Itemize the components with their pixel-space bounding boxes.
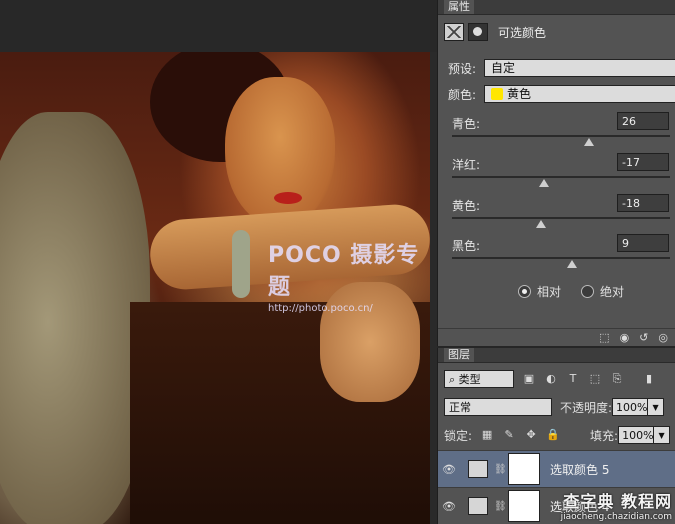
link-chain-icon[interactable]: ⛓ [494, 501, 507, 512]
properties-title: 可选颜色 [498, 25, 547, 40]
lock-label: 锁定: [444, 428, 473, 443]
layer-filter-row: ⌕ 类型 ▣ ◐ T ⬚ ⎘ ▮ [444, 370, 656, 388]
photo-bangle-region [232, 230, 250, 298]
tab-properties[interactable]: 属性 [444, 0, 474, 14]
opacity-label: 不透明度: [560, 400, 613, 415]
slider-black: 黑色: 9 [452, 234, 670, 277]
opacity-field[interactable]: 100% [612, 398, 649, 416]
slider-label: 黄色: [452, 199, 481, 213]
slider-thumb[interactable] [567, 260, 577, 268]
lock-pixels-icon[interactable]: ✎ [502, 429, 516, 441]
radio-relative-label: 相对 [537, 285, 562, 299]
radio-absolute-label: 绝对 [600, 285, 625, 299]
properties-footer: ⬚ ◉ ↺ ◎ [438, 328, 675, 346]
selective-color-adjustment-icon [468, 497, 488, 515]
clip-to-layer-icon[interactable]: ⬚ [599, 331, 609, 344]
canvas-pasteboard [0, 0, 437, 52]
photo-face-region [225, 77, 335, 227]
blend-mode-value: 正常 [449, 401, 471, 414]
slider-track[interactable] [452, 176, 670, 178]
fill-label: 填充: [590, 428, 619, 443]
adjustment-filter-icon[interactable]: ◐ [544, 373, 558, 385]
filter-kind-select[interactable]: ⌕ 类型 [444, 370, 514, 388]
layer-name[interactable]: 选取颜色 5 [550, 461, 609, 478]
layers-tabbar: 图层 [438, 348, 675, 363]
eye-icon[interactable]: 👁 [438, 500, 460, 513]
slider-magenta: 洋红: -17 [452, 153, 670, 196]
slider-value-field[interactable]: -18 [617, 194, 669, 212]
properties-header: 可选颜色 [444, 18, 546, 46]
shape-filter-icon[interactable]: ⬚ [588, 373, 602, 385]
color-value: 黄色 [507, 87, 532, 101]
selective-color-adjustment-icon [468, 460, 488, 478]
slider-thumb[interactable] [584, 138, 594, 146]
lock-row: 锁定: ▦ ✎ ✥ 🔒 填充: 100% ▼ [444, 426, 671, 444]
poco-watermark: POCO 摄影专题 http://photo.poco.cn/ [268, 237, 430, 314]
layer-mask-thumbnail[interactable] [508, 453, 540, 485]
slider-yellow: 黄色: -18 [452, 194, 670, 237]
photo-lips-region [274, 192, 302, 204]
preset-row: 预设: 自定 [448, 59, 675, 77]
link-chain-icon[interactable]: ⛓ [494, 464, 507, 475]
slider-track[interactable] [452, 257, 670, 259]
radio-relative[interactable]: 相对 [518, 283, 561, 300]
preset-label: 预设: [448, 61, 477, 76]
slider-value-field[interactable]: -17 [617, 153, 669, 171]
slider-track[interactable] [452, 135, 670, 137]
radio-circle-icon [518, 285, 531, 298]
properties-tabbar: 属性 [438, 0, 675, 15]
layer-mask-thumbnail[interactable] [508, 490, 540, 522]
visibility-icon[interactable]: ◎ [658, 331, 668, 344]
blend-row: 正常 不透明度: 100% ▼ [444, 398, 665, 416]
smart-object-filter-icon[interactable]: ⎘ [610, 373, 624, 385]
search-icon: ⌕ [449, 373, 456, 386]
slider-cyan: 青色: 26 [452, 112, 670, 155]
slider-value-field[interactable]: 26 [617, 112, 669, 130]
fill-field[interactable]: 100% [618, 426, 655, 444]
view-previous-icon[interactable]: ◉ [620, 331, 630, 344]
image-filter-icon[interactable]: ▣ [522, 373, 536, 385]
filter-kind-value: 类型 [458, 373, 481, 386]
lock-transparent-icon[interactable]: ▦ [480, 429, 494, 441]
blend-mode-select[interactable]: 正常 [444, 398, 552, 416]
slider-value-field[interactable]: 9 [617, 234, 669, 252]
method-radio-group: 相对 绝对 [518, 283, 624, 300]
slider-label: 黑色: [452, 239, 481, 253]
properties-panel: 属性 可选颜色 预设: 自定 颜色: 黄色 青色: 26 洋红: -17 黄色:… [437, 0, 675, 346]
layer-row[interactable]: 👁 ⛓ 选取颜色 5 [438, 450, 675, 487]
color-row: 颜色: 黄色 [448, 85, 675, 103]
slider-thumb[interactable] [536, 220, 546, 228]
radio-circle-icon [581, 285, 595, 298]
eye-icon[interactable]: 👁 [438, 463, 460, 476]
tab-layers[interactable]: 图层 [444, 348, 474, 362]
lock-all-icon[interactable]: 🔒 [546, 429, 560, 441]
layers-panel: 图层 ⌕ 类型 ▣ ◐ T ⬚ ⎘ ▮ 正常 不透明度: 100% ▼ 锁定: … [437, 348, 675, 524]
opacity-dropdown-icon[interactable]: ▼ [648, 398, 665, 416]
yellow-swatch-icon [491, 88, 503, 100]
preset-select[interactable]: 自定 [484, 59, 675, 77]
type-filter-icon[interactable]: T [566, 373, 580, 385]
site-watermark-url: jiaocheng.chazidian.com [560, 512, 672, 522]
photo-image[interactable]: POCO 摄影专题 http://photo.poco.cn/ [0, 52, 430, 524]
reset-icon[interactable]: ↺ [639, 331, 648, 344]
watermark-title: POCO 摄影专题 [268, 243, 420, 300]
color-select[interactable]: 黄色 [484, 85, 675, 103]
lock-position-icon[interactable]: ✥ [524, 429, 538, 441]
preset-value: 自定 [491, 61, 516, 75]
filter-toggle-icon[interactable]: ▮ [642, 373, 656, 385]
photo-shirt-region [0, 112, 150, 524]
adjustment-layer-icon[interactable] [444, 23, 464, 41]
radio-absolute[interactable]: 绝对 [581, 283, 624, 300]
fill-dropdown-icon[interactable]: ▼ [654, 426, 671, 444]
slider-label: 青色: [452, 117, 481, 131]
watermark-url: http://photo.poco.cn/ [268, 303, 373, 314]
slider-label: 洋红: [452, 158, 481, 172]
site-watermark: 查字典 教程网 jiaocheng.chazidian.com [561, 488, 672, 522]
slider-thumb[interactable] [539, 179, 549, 187]
layer-mask-icon[interactable] [468, 23, 488, 41]
document-canvas[interactable]: POCO 摄影专题 http://photo.poco.cn/ [0, 0, 437, 524]
slider-track[interactable] [452, 217, 670, 219]
site-watermark-title: 查字典 教程网 [563, 492, 672, 511]
color-label: 颜色: [448, 87, 477, 102]
